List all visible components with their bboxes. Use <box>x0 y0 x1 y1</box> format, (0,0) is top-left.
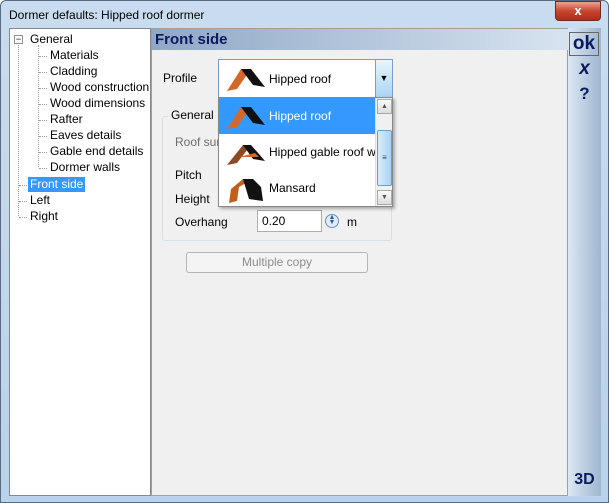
option-hipped-roof[interactable]: Hipped roof <box>219 98 376 134</box>
tree-item[interactable]: Rafter <box>48 112 85 127</box>
tree-line <box>18 45 19 216</box>
tree-item[interactable]: Wood construction <box>48 80 151 95</box>
tree-line <box>39 104 47 105</box>
profile-dropdown[interactable]: Hipped roof ▼ <box>218 59 393 98</box>
unit-label: m <box>347 215 357 229</box>
window-title: Dormer defaults: Hipped roof dormer <box>9 8 205 22</box>
hipped-roof-icon <box>227 69 265 91</box>
profile-value: Hipped roof <box>269 72 332 86</box>
scroll-up-icon[interactable]: ▲ <box>377 99 392 114</box>
3d-view-button[interactable]: 3D <box>568 471 601 489</box>
tree-line <box>19 185 27 186</box>
tree-item[interactable]: Left <box>28 193 52 208</box>
tree-line <box>39 72 47 73</box>
tree-line <box>39 168 47 169</box>
scroll-down-icon[interactable]: ▼ <box>377 190 392 205</box>
page-title: Front side <box>152 29 569 50</box>
close-button[interactable]: x <box>555 1 601 21</box>
collapse-icon[interactable]: − <box>14 35 23 44</box>
tree-line <box>39 120 47 121</box>
group-title: General <box>168 108 217 122</box>
option-mansard[interactable]: Mansard <box>219 170 376 206</box>
tree-item[interactable]: Materials <box>48 48 101 63</box>
cancel-button[interactable]: x <box>568 58 601 80</box>
tree-line <box>39 56 47 57</box>
settings-tree: − General Materials Cladding Wood construct… <box>9 28 151 496</box>
option-label: Mansard <box>269 181 316 195</box>
roof-surface-label: Roof sur <box>175 135 221 149</box>
ok-button[interactable]: ok <box>569 32 599 56</box>
overhang-input[interactable]: 0.20 <box>257 210 322 232</box>
option-label: Hipped gable roof with <box>269 145 376 159</box>
profile-label: Profile <box>163 71 198 85</box>
hipped-roof-icon <box>227 107 265 129</box>
tree-item[interactable]: General <box>28 32 75 47</box>
tree-line <box>38 45 39 167</box>
option-label: Hipped roof <box>269 109 332 123</box>
tree-line <box>19 201 27 202</box>
overhang-label: Overhang <box>175 215 228 229</box>
tree-item[interactable]: Eaves details <box>48 128 123 143</box>
tree-line <box>19 217 27 218</box>
scroll-thumb[interactable]: ≡ <box>377 130 392 186</box>
tree-item[interactable]: Right <box>28 209 60 224</box>
tree-item[interactable]: Front side <box>28 177 86 192</box>
action-bar: ok x ? 3D <box>568 28 601 496</box>
tree-line <box>39 152 47 153</box>
spinner-icon[interactable]: ▲ ▼ <box>325 214 339 228</box>
profile-options-list: Hipped roof Hipped gable roof with Mansa… <box>218 97 393 207</box>
option-hipped-gable-roof[interactable]: Hipped gable roof with <box>219 134 376 170</box>
dialog-window: Dormer defaults: Hipped roof dormer x − … <box>0 0 609 503</box>
pitch-label: Pitch <box>175 168 202 182</box>
tree-item[interactable]: Cladding <box>48 64 99 79</box>
tree-item[interactable]: Dormer walls <box>48 160 122 175</box>
tree-line <box>39 88 47 89</box>
tree-item[interactable]: Wood dimensions <box>48 96 147 111</box>
height-label: Height <box>175 192 210 206</box>
hipped-gable-roof-icon <box>227 145 265 165</box>
mansard-roof-icon <box>229 179 263 203</box>
multiple-copy-button[interactable]: Multiple copy <box>186 252 368 273</box>
help-button[interactable]: ? <box>568 84 601 104</box>
list-scrollbar[interactable]: ▲ ≡ ▼ <box>375 98 392 206</box>
chevron-down-icon[interactable]: ▼ <box>375 60 392 97</box>
tree-line <box>39 136 47 137</box>
tree-item[interactable]: Gable end details <box>48 144 145 159</box>
content-panel: Front side Profile Hipped roof ▼ General… <box>151 28 569 496</box>
